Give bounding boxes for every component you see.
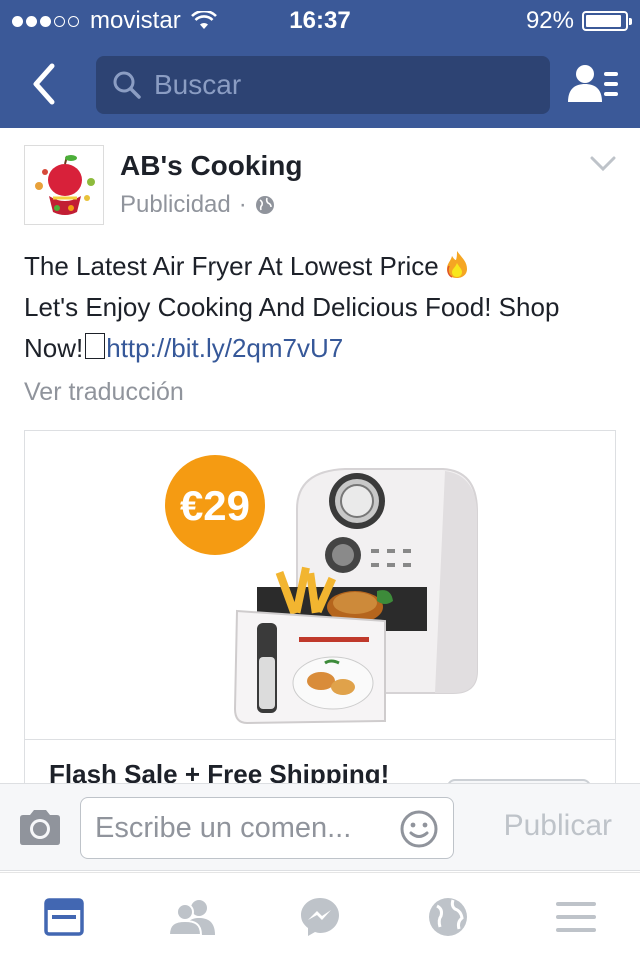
- tab-friends[interactable]: [168, 895, 216, 939]
- price-badge: €29: [180, 482, 250, 529]
- page-name[interactable]: AB's Cooking: [120, 150, 302, 182]
- back-chevron-icon: [33, 63, 55, 105]
- friend-requests-icon: [568, 65, 618, 102]
- battery-info: 92%: [525, 7, 632, 35]
- globe-notifications-icon: [429, 898, 467, 936]
- friend-requests-button[interactable]: [568, 62, 620, 106]
- ad-image[interactable]: €29: [25, 431, 615, 739]
- ad-divider: [25, 739, 615, 740]
- post-text: The Latest Air Fryer At Lowest Price Let…: [24, 246, 620, 369]
- back-button[interactable]: [22, 60, 66, 108]
- status-bar: movistar 16:37 92%: [0, 0, 640, 40]
- unsupported-emoji-glyph: [85, 333, 106, 359]
- fire-emoji-icon: [446, 251, 467, 278]
- post-options-button[interactable]: [590, 154, 616, 174]
- friends-icon: [169, 900, 215, 935]
- messenger-icon: [301, 898, 339, 936]
- tab-news-feed[interactable]: [40, 895, 88, 939]
- search-icon: [113, 71, 141, 99]
- post-text-line1: The Latest Air Fryer At Lowest Price: [24, 251, 439, 281]
- comment-input[interactable]: [95, 810, 395, 846]
- globe-icon: [255, 196, 274, 214]
- battery-icon: [582, 11, 632, 31]
- tab-menu[interactable]: [552, 895, 600, 939]
- emoji-button[interactable]: [399, 809, 439, 849]
- search-input[interactable]: [154, 69, 514, 101]
- sponsored-label: Publicidad: [120, 191, 231, 218]
- ad-headline[interactable]: Flash Sale + Free Shipping!: [49, 759, 389, 783]
- air-fryer-image: €29: [165, 455, 478, 725]
- comment-field[interactable]: [80, 797, 454, 859]
- comment-bar: Publicar: [0, 783, 640, 871]
- tab-messenger[interactable]: [296, 895, 344, 939]
- camera-button[interactable]: [16, 808, 64, 848]
- see-translation-link[interactable]: Ver traducción: [24, 378, 184, 407]
- search-box[interactable]: [96, 56, 550, 114]
- smiley-icon: [400, 810, 438, 848]
- apple-logo-icon: [25, 146, 103, 224]
- camera-icon: [20, 810, 60, 845]
- news-feed: AB's Cooking Publicidad · The Latest Air…: [0, 128, 640, 783]
- facebook-app-screen: movistar 16:37 92% Buscar AB's Cooking P…: [0, 0, 640, 960]
- separator-dot: ·: [238, 191, 247, 218]
- bottom-tab-bar: [0, 872, 640, 960]
- sponsored-row: Publicidad ·: [120, 191, 275, 219]
- hamburger-menu-icon: [556, 902, 596, 932]
- publish-button[interactable]: Publicar: [504, 809, 612, 843]
- chevron-down-icon: [590, 156, 616, 172]
- top-navigation-bar: [0, 40, 640, 128]
- battery-percent: 92%: [525, 7, 574, 34]
- post-link[interactable]: http://bit.ly/2qm7vU7: [106, 333, 343, 363]
- tab-notifications[interactable]: [424, 895, 472, 939]
- ad-card[interactable]: €29 Flash Sale + Free Shipping!: [24, 430, 616, 783]
- news-feed-icon: [44, 898, 84, 936]
- page-avatar[interactable]: [24, 145, 104, 225]
